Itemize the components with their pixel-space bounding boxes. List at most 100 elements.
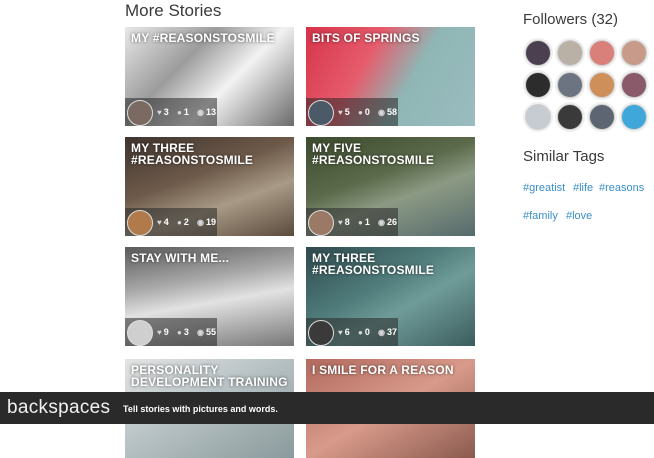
follower-avatar[interactable] — [589, 72, 615, 98]
likes-value: 6 — [344, 327, 350, 337]
story-title[interactable]: MY THREE #REASONSTOSMILE — [312, 252, 469, 276]
author-avatar[interactable] — [127, 100, 153, 126]
comments-value: 2 — [183, 217, 189, 227]
view-icon: ◉ — [378, 108, 385, 117]
comment-icon: ● — [358, 218, 363, 227]
backspaces-logo[interactable]: backspaces — [7, 397, 110, 419]
views-value: 55 — [205, 327, 216, 337]
author-avatar[interactable] — [127, 320, 153, 346]
like-icon: ♥ — [157, 218, 162, 227]
story-stats: ♥ 8 ● 1 ◉ 26 — [306, 208, 398, 236]
follower-avatar[interactable] — [525, 72, 551, 98]
view-icon: ◉ — [197, 108, 204, 117]
tag-love[interactable]: #love — [566, 210, 592, 222]
views-count: ◉ 58 — [378, 107, 397, 117]
story-card[interactable]: MY FIVE #REASONSTOSMILE ♥ 8 ● 1 ◉ 26 — [306, 137, 475, 236]
like-icon: ♥ — [338, 328, 343, 337]
like-icon: ♥ — [338, 108, 343, 117]
view-icon: ◉ — [197, 328, 204, 337]
story-stats: ♥ 5 ● 0 ◉ 58 — [306, 98, 398, 126]
likes-count: ♥ 6 — [338, 327, 350, 337]
comments-count: ● 2 — [177, 217, 189, 227]
follower-avatar[interactable] — [557, 40, 583, 66]
view-icon: ◉ — [378, 328, 385, 337]
comments-count: ● 3 — [177, 327, 189, 337]
like-icon: ♥ — [338, 218, 343, 227]
author-avatar[interactable] — [308, 210, 334, 236]
story-stats: ♥ 4 ● 2 ◉ 19 — [125, 208, 217, 236]
views-value: 37 — [386, 327, 397, 337]
story-title[interactable]: PERSONALITY DEVELOPMENT TRAINING — [131, 364, 288, 388]
story-stats: ♥ 9 ● 3 ◉ 55 — [125, 318, 217, 346]
follower-avatar[interactable] — [589, 104, 615, 130]
comments-count: ● 0 — [358, 327, 370, 337]
story-title[interactable]: MY FIVE #REASONSTOSMILE — [312, 142, 469, 166]
story-card[interactable]: BITS OF SPRINGS ♥ 5 ● 0 ◉ 58 — [306, 27, 475, 126]
story-card[interactable]: STAY WITH ME... ♥ 9 ● 3 ◉ 55 — [125, 247, 294, 346]
likes-count: ♥ 4 — [157, 217, 169, 227]
story-stats: ♥ 6 ● 0 ◉ 37 — [306, 318, 398, 346]
tag-greatist[interactable]: #greatist — [523, 182, 565, 194]
story-title[interactable]: STAY WITH ME... — [131, 252, 288, 264]
comments-value: 0 — [364, 107, 370, 117]
story-card[interactable]: MY THREE #REASONSTOSMILE ♥ 6 ● 0 ◉ 37 — [306, 247, 475, 346]
story-title[interactable]: BITS OF SPRINGS — [312, 32, 469, 44]
tag-reasons[interactable]: #reasons — [599, 182, 644, 194]
tag-family[interactable]: #family — [523, 210, 558, 222]
comments-value: 3 — [183, 327, 189, 337]
footer-tagline: Tell stories with pictures and words. — [123, 404, 278, 414]
views-value: 13 — [205, 107, 216, 117]
comments-count: ● 1 — [358, 217, 370, 227]
likes-count: ♥ 3 — [157, 107, 169, 117]
follower-avatar[interactable] — [589, 40, 615, 66]
comments-count: ● 1 — [177, 107, 189, 117]
tag-life[interactable]: #life — [573, 182, 593, 194]
like-icon: ♥ — [157, 328, 162, 337]
likes-count: ♥ 8 — [338, 217, 350, 227]
follower-avatar[interactable] — [525, 40, 551, 66]
author-avatar[interactable] — [308, 320, 334, 346]
views-value: 19 — [205, 217, 216, 227]
likes-value: 5 — [344, 107, 350, 117]
views-count: ◉ 26 — [378, 217, 397, 227]
story-stats: ♥ 3 ● 1 ◉ 13 — [125, 98, 217, 126]
author-avatar[interactable] — [308, 100, 334, 126]
likes-count: ♥ 5 — [338, 107, 350, 117]
comment-icon: ● — [358, 108, 363, 117]
like-icon: ♥ — [157, 108, 162, 117]
views-value: 58 — [386, 107, 397, 117]
story-card[interactable]: MY THREE #REASONSTOSMILE ♥ 4 ● 2 ◉ 19 — [125, 137, 294, 236]
story-title[interactable]: MY THREE #REASONSTOSMILE — [131, 142, 288, 166]
views-count: ◉ 13 — [197, 107, 216, 117]
similar-tags-title: Similar Tags — [523, 148, 605, 165]
views-count: ◉ 19 — [197, 217, 216, 227]
follower-avatar[interactable] — [621, 104, 647, 130]
views-count: ◉ 37 — [378, 327, 397, 337]
comment-icon: ● — [358, 328, 363, 337]
follower-avatar[interactable] — [557, 104, 583, 130]
follower-avatar[interactable] — [557, 72, 583, 98]
follower-avatar[interactable] — [621, 72, 647, 98]
view-icon: ◉ — [197, 218, 204, 227]
more-stories-title: More Stories — [125, 1, 222, 20]
comment-icon: ● — [177, 328, 182, 337]
likes-value: 8 — [344, 217, 350, 227]
comments-count: ● 0 — [358, 107, 370, 117]
comments-value: 1 — [364, 217, 370, 227]
follower-avatar[interactable] — [621, 40, 647, 66]
likes-value: 3 — [163, 107, 169, 117]
views-value: 26 — [386, 217, 397, 227]
story-title[interactable]: MY #REASONSTOSMILE — [131, 32, 288, 44]
likes-count: ♥ 9 — [157, 327, 169, 337]
story-card[interactable]: MY #REASONSTOSMILE ♥ 3 ● 1 ◉ 13 — [125, 27, 294, 126]
view-icon: ◉ — [378, 218, 385, 227]
follower-avatar[interactable] — [525, 104, 551, 130]
story-title[interactable]: I SMILE FOR A REASON — [312, 364, 469, 376]
comment-icon: ● — [177, 108, 182, 117]
author-avatar[interactable] — [127, 210, 153, 236]
followers-title: Followers (32) — [523, 11, 619, 28]
likes-value: 4 — [163, 217, 169, 227]
comments-value: 1 — [183, 107, 189, 117]
footer-bar: backspaces Tell stories with pictures an… — [0, 392, 654, 424]
views-count: ◉ 55 — [197, 327, 216, 337]
